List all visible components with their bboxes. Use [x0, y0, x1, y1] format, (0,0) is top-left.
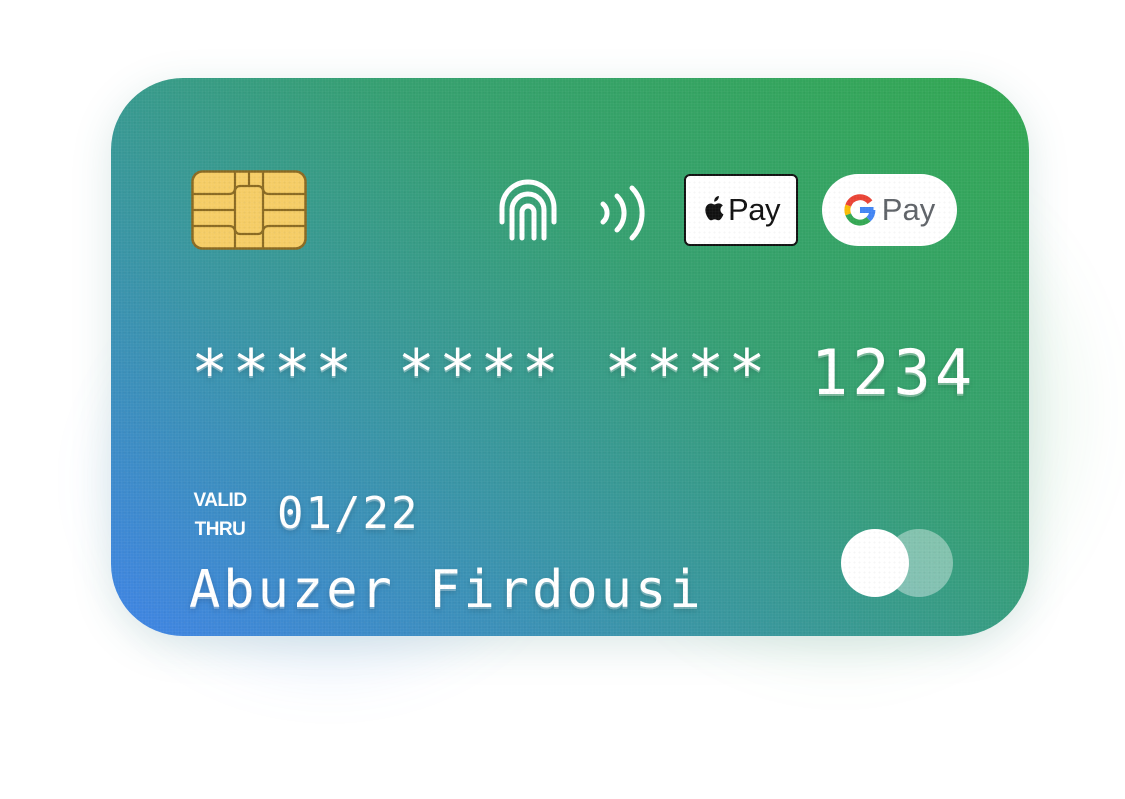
contactless-icon [597, 184, 653, 242]
card-number: **** **** **** 1234 [191, 336, 977, 409]
apple-logo-icon [702, 194, 726, 222]
emv-chip-icon [191, 170, 307, 250]
valid-label-line2: THRU [194, 519, 246, 540]
page-root: Pay Pay **** **** **** 1234 VALID THRU 0… [0, 0, 1125, 799]
valid-label-line1: VALID [193, 490, 247, 511]
apple-pay-label: Pay [728, 192, 780, 227]
cardholder-name: Abuzer Firdousi [189, 560, 704, 620]
credit-card[interactable]: Pay Pay **** **** **** 1234 VALID THRU 0… [111, 78, 1029, 636]
google-pay-badge[interactable]: Pay [822, 174, 957, 246]
network-circle-right [885, 529, 953, 597]
valid-thru-label: VALID THRU [187, 486, 253, 544]
nfc-lock-icon [496, 178, 560, 242]
google-pay-label: Pay [881, 192, 936, 227]
expiry-date: 01/22 [277, 488, 420, 539]
apple-pay-badge[interactable]: Pay [684, 174, 798, 246]
card-network-logo [841, 528, 955, 598]
google-g-icon [844, 194, 876, 226]
